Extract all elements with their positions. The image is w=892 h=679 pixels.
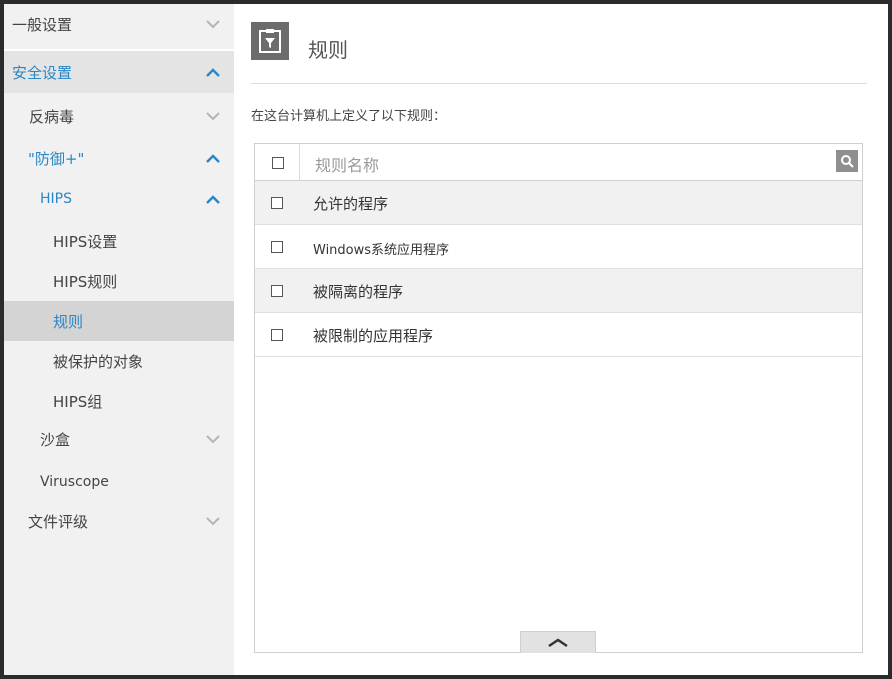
collapse-button[interactable] — [520, 631, 596, 653]
sidebar-item-label: 被保护的对象 — [53, 352, 144, 371]
column-header-rule-name[interactable]: 规则名称 — [315, 152, 379, 176]
sidebar-item-protected-objects[interactable]: 被保护的对象 — [4, 341, 234, 381]
table-header: 规则名称 — [255, 144, 862, 181]
rule-name: Windows系统应用程序 — [313, 243, 450, 258]
page-title: 规则 — [308, 38, 348, 62]
row-checkbox[interactable] — [271, 285, 283, 297]
rule-name: 被隔离的程序 — [313, 283, 404, 301]
sidebar-item-label: 规则 — [53, 312, 84, 331]
chevron-up-icon[interactable] — [202, 191, 224, 207]
sidebar-item-label: 一般设置 — [12, 15, 73, 34]
table-row[interactable]: Windows系统应用程序 — [255, 225, 862, 269]
sidebar-item-label: HIPS — [40, 191, 72, 207]
table-row[interactable]: 允许的程序 — [255, 181, 862, 225]
sidebar-item-rules[interactable]: 规则 — [4, 301, 234, 341]
chevron-up-icon — [548, 638, 568, 647]
row-checkbox[interactable] — [271, 197, 283, 209]
sidebar-item-label: "防御+" — [28, 149, 85, 168]
description-text: 在这台计算机上定义了以下规则： — [251, 109, 447, 124]
sidebar-item-label: 沙盒 — [40, 430, 71, 449]
sidebar-item-general-settings[interactable]: 一般设置 — [4, 4, 234, 44]
sidebar-item-sandbox[interactable]: 沙盒 — [4, 419, 234, 459]
sidebar-item-security-settings[interactable]: 安全设置 — [4, 51, 234, 93]
sidebar-item-label: 安全设置 — [12, 63, 73, 82]
sidebar-item-label: HIPS设置 — [53, 232, 118, 251]
sidebar-item-label: Viruscope — [40, 474, 109, 490]
chevron-down-icon[interactable] — [202, 108, 224, 124]
rule-name: 被限制的应用程序 — [313, 327, 434, 345]
table-row[interactable]: 被限制的应用程序 — [255, 313, 862, 357]
main-panel: 规则 在这台计算机上定义了以下规则： 规则名称 允许的程序 Windows系统应… — [234, 4, 888, 675]
chevron-down-icon[interactable] — [202, 513, 224, 529]
sidebar-item-label: HIPS组 — [53, 392, 103, 411]
sidebar-item-viruscope[interactable]: Viruscope — [4, 462, 234, 502]
chevron-down-icon[interactable] — [202, 16, 224, 32]
row-checkbox[interactable] — [271, 241, 283, 253]
chevron-down-icon[interactable] — [202, 431, 224, 447]
rules-table: 规则名称 允许的程序 Windows系统应用程序 被隔离的程序 被限制的应用程序 — [254, 143, 863, 653]
search-icon[interactable] — [836, 150, 858, 172]
sidebar-item-defense-plus[interactable]: "防御+" — [4, 138, 234, 178]
sidebar-item-antivirus[interactable]: 反病毒 — [4, 96, 234, 136]
sidebar-item-label: 反病毒 — [29, 107, 75, 126]
chevron-up-icon[interactable] — [202, 64, 224, 80]
sidebar-item-file-rating[interactable]: 文件评级 — [4, 501, 234, 541]
row-checkbox[interactable] — [271, 329, 283, 341]
chevron-up-icon[interactable] — [202, 150, 224, 166]
select-all-checkbox[interactable] — [272, 157, 284, 169]
rule-name: 允许的程序 — [313, 195, 389, 213]
sidebar-item-hips-groups[interactable]: HIPS组 — [4, 381, 234, 421]
table-row[interactable]: 被隔离的程序 — [255, 269, 862, 313]
sidebar-item-hips-rules[interactable]: HIPS规则 — [4, 261, 234, 301]
sidebar-item-label: 文件评级 — [28, 512, 89, 531]
sidebar-item-label: HIPS规则 — [53, 272, 118, 291]
divider — [251, 83, 867, 84]
filter-document-icon — [251, 22, 289, 60]
sidebar: 一般设置 安全设置 反病毒 "防御+" HIPS HIPS设置 HIPS规则 规… — [4, 4, 234, 675]
sidebar-item-hips[interactable]: HIPS — [4, 179, 234, 219]
header-checkbox-cell — [255, 144, 300, 180]
sidebar-item-hips-settings[interactable]: HIPS设置 — [4, 221, 234, 261]
settings-window: 一般设置 安全设置 反病毒 "防御+" HIPS HIPS设置 HIPS规则 规… — [4, 4, 888, 675]
